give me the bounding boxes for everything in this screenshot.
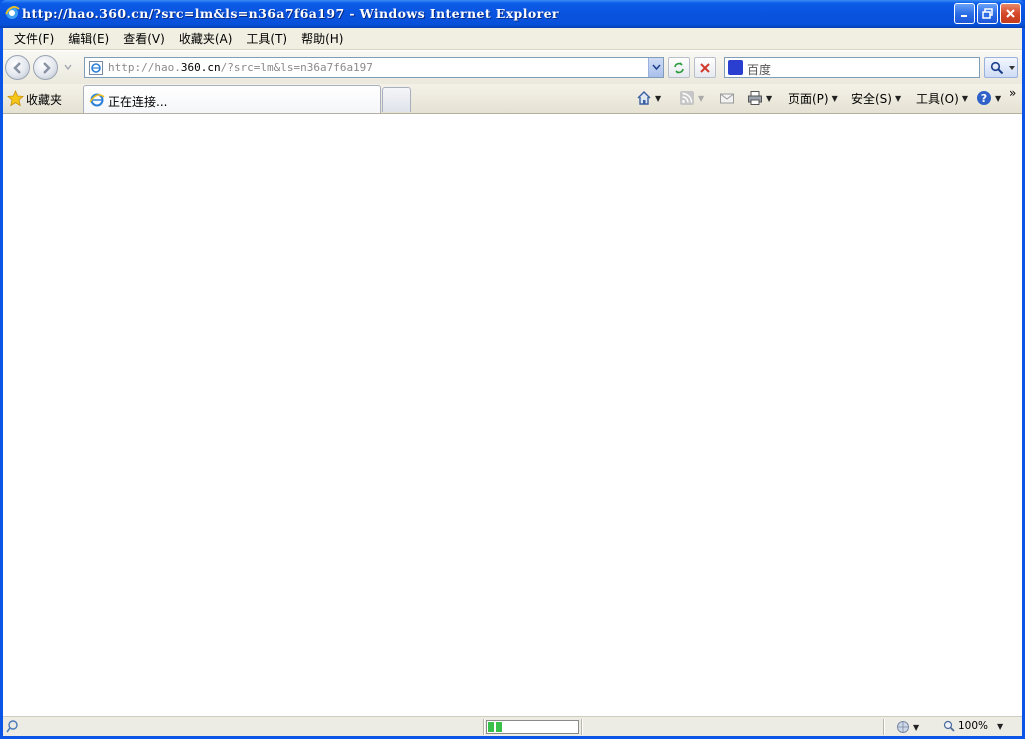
refresh-button[interactable] [668, 57, 690, 78]
protected-mode-button[interactable]: ▼ [896, 720, 919, 734]
address-url-prefix: http://hao. [108, 61, 181, 74]
address-url: http://hao.360.cn/?src=lm&ls=n36a7f6a197 [108, 61, 373, 74]
status-separator [581, 719, 583, 735]
refresh-icon [674, 61, 684, 74]
search-button[interactable] [984, 57, 1018, 78]
ie-page-icon [89, 61, 103, 75]
page-chevron-icon: ▼ [831, 94, 838, 103]
rss-feed-icon [680, 91, 694, 105]
menu-view[interactable]: 查看(V) [116, 29, 172, 49]
print-button[interactable]: ▼ [747, 90, 772, 106]
stop-x-icon [700, 62, 710, 73]
minimize-button[interactable] [954, 3, 975, 24]
zoom-chevron-icon: ▼ [997, 721, 1004, 731]
address-field[interactable]: http://hao.360.cn/?src=lm&ls=n36a7f6a197 [84, 57, 664, 78]
close-button[interactable] [1000, 3, 1021, 24]
zoom-magnifier-icon [943, 720, 955, 732]
search-options-chevron-icon [1009, 66, 1015, 70]
tab-label: 正在连接... [108, 95, 168, 109]
print-chevron-icon: ▼ [766, 93, 773, 103]
search-input[interactable]: 百度 [724, 57, 980, 78]
help-button[interactable]: ? ▼ [976, 90, 1001, 106]
zone-chevron-icon: ▼ [913, 722, 920, 732]
progress-fill [488, 722, 502, 732]
ie-logo-icon [5, 5, 20, 19]
zoom-control[interactable]: 100% ▼ [943, 720, 1003, 732]
svg-text:?: ? [981, 92, 987, 105]
stop-button[interactable] [694, 57, 716, 78]
loading-progress-bar [486, 720, 579, 734]
close-icon [1006, 9, 1015, 18]
tab-connecting[interactable]: 正在连接... [83, 85, 381, 113]
page-menu-label: 页面(P) [788, 92, 829, 106]
search-status-icon [6, 720, 18, 733]
safety-menu-button[interactable]: 安全(S) ▼ [851, 90, 901, 107]
back-arrow-icon [12, 61, 21, 74]
address-url-host: 360.cn [180, 61, 221, 74]
page-content[interactable] [3, 115, 1022, 716]
feeds-chevron-icon: ▼ [698, 93, 705, 103]
menu-tools[interactable]: 工具(T) [239, 29, 294, 49]
page-menu-button[interactable]: 页面(P) ▼ [788, 90, 838, 107]
restore-button[interactable] [977, 3, 998, 24]
address-dropdown-button[interactable] [648, 58, 663, 77]
home-icon [637, 91, 651, 105]
ie-page-icon [89, 93, 105, 107]
forward-button[interactable] [33, 55, 58, 80]
search-icon [990, 61, 1004, 75]
baidu-paw-icon [728, 60, 743, 75]
status-separator [483, 719, 485, 735]
forward-arrow-icon [42, 61, 51, 74]
tools-menu-label: 工具(O) [916, 92, 959, 106]
minimize-icon [961, 15, 967, 17]
zoom-level: 100% [958, 720, 989, 732]
restore-icon [982, 8, 993, 19]
favorites-label[interactable]: 收藏夹 [26, 91, 62, 108]
home-button[interactable]: ▼ [636, 90, 661, 106]
back-button[interactable] [5, 55, 30, 80]
address-toolbar: http://hao.360.cn/?src=lm&ls=n36a7f6a197… [3, 51, 1022, 84]
recent-pages-chevron-icon[interactable] [63, 62, 73, 72]
mail-icon [720, 93, 734, 104]
feeds-button[interactable]: ▼ [679, 90, 704, 106]
menu-favorites[interactable]: 收藏夹(A) [172, 29, 240, 49]
toolbar-overflow-button[interactable]: » [1009, 86, 1016, 100]
chevron-double-right-icon: » [1009, 86, 1017, 100]
printer-icon [748, 91, 762, 105]
mail-button[interactable] [719, 90, 735, 106]
tools-menu-button[interactable]: 工具(O) ▼ [916, 90, 968, 107]
status-separator [883, 719, 885, 735]
search-placeholder: 百度 [747, 63, 772, 77]
home-chevron-icon: ▼ [655, 93, 662, 103]
ie-window: http://hao.360.cn/?src=lm&ls=n36a7f6a197… [0, 0, 1025, 739]
menu-file[interactable]: 文件(F) [7, 29, 61, 49]
new-tab-button[interactable] [382, 87, 411, 112]
safety-menu-label: 安全(S) [851, 92, 892, 106]
tab-command-bar: 收藏夹 正在连接... ▼ ▼ ▼ 页面(P) ▼ 安全(S) ▼ 工具(O) … [3, 84, 1022, 114]
status-bar: ▼ 100% ▼ [3, 716, 1022, 736]
favorites-star-icon[interactable] [7, 90, 24, 107]
client-area: 文件(F) 编辑(E) 查看(V) 收藏夹(A) 工具(T) 帮助(H) htt… [3, 28, 1022, 736]
menu-bar: 文件(F) 编辑(E) 查看(V) 收藏夹(A) 工具(T) 帮助(H) [3, 28, 1022, 50]
zone-globe-icon [897, 721, 909, 733]
chevron-down-icon [651, 64, 661, 71]
title-bar[interactable]: http://hao.360.cn/?src=lm&ls=n36a7f6a197… [0, 0, 1025, 28]
menu-edit[interactable]: 编辑(E) [61, 29, 116, 49]
tools-chevron-icon: ▼ [961, 94, 968, 103]
window-title: http://hao.360.cn/?src=lm&ls=n36a7f6a197… [22, 6, 559, 21]
address-url-suffix: /?src=lm&ls=n36a7f6a197 [220, 61, 373, 74]
help-question-icon: ? [977, 91, 991, 105]
menu-help[interactable]: 帮助(H) [294, 29, 350, 49]
help-chevron-icon: ▼ [995, 93, 1002, 103]
safety-chevron-icon: ▼ [894, 94, 902, 103]
